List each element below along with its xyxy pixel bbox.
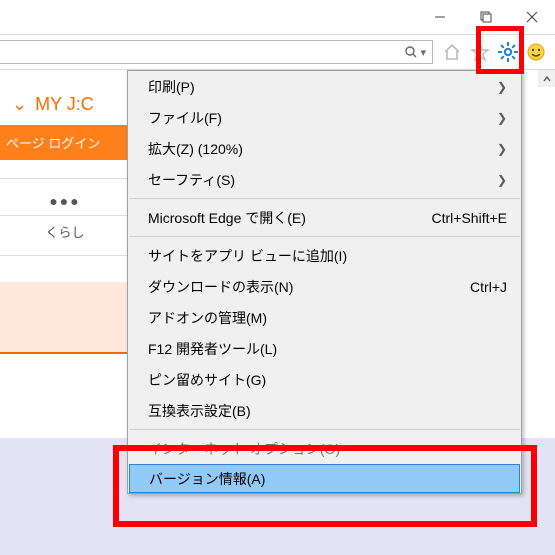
menu-item-about[interactable]: バージョン情報(A) [129,464,520,493]
home-icon[interactable] [441,41,463,63]
menu-item-manage-addons[interactable]: アドオンの管理(M) [128,302,521,333]
menu-item-compat-view[interactable]: 互換表示設定(B) [128,395,521,426]
menu-item-add-appview[interactable]: サイトをアプリ ビューに追加(I) [128,240,521,271]
shortcut-label: Ctrl+Shift+E [432,210,507,226]
menu-item-print[interactable]: 印刷(P) ❯ [128,71,521,102]
submenu-arrow-icon: ❯ [497,111,507,125]
menu-item-internet-options[interactable]: インターネット オプション(O) [128,433,521,464]
menu-item-safety[interactable]: セーフティ(S) ❯ [128,164,521,195]
page-content: ⌄ MY J:C ページ ログイン ●●● くらし [0,70,130,555]
shortcut-label: Ctrl+J [470,279,507,295]
dots-indicator: ●●● [0,178,130,216]
window-titlebar [0,0,555,34]
favorites-star-icon[interactable] [469,41,491,63]
page-tab-title[interactable]: ⌄ MY J:C [0,70,130,125]
minimize-button[interactable] [417,0,463,34]
search-icon[interactable]: ▾ [404,45,426,59]
menu-item-f12-devtools[interactable]: F12 開発者ツール(L) [128,333,521,364]
menu-separator [129,236,520,237]
url-input[interactable]: ▾ [0,40,433,64]
submenu-arrow-icon: ❯ [497,173,507,187]
submenu-arrow-icon: ❯ [497,142,507,156]
chevron-down-icon: ⌄ [12,94,27,114]
menu-item-pinned-sites[interactable]: ピン留めサイト(G) [128,364,521,395]
page-section-peach [0,282,130,354]
login-bar-label: ページ ログイン [6,136,100,151]
address-bar: ▾ [0,34,555,70]
menu-item-file[interactable]: ファイル(F) ❯ [128,102,521,133]
close-button[interactable] [509,0,555,34]
menu-item-downloads[interactable]: ダウンロードの表示(N) Ctrl+J [128,271,521,302]
menu-separator [129,429,520,430]
menu-item-open-edge[interactable]: Microsoft Edge で開く(E) Ctrl+Shift+E [128,202,521,233]
scrollbar-up-button[interactable] [538,70,555,87]
maximize-button[interactable] [463,0,509,34]
smiley-icon[interactable] [525,41,547,63]
menu-separator [129,198,520,199]
gear-icon[interactable] [497,41,519,63]
login-bar[interactable]: ページ ログイン [0,125,130,160]
tab-label: MY J:C [35,94,94,114]
submenu-arrow-icon: ❯ [497,80,507,94]
kurashi-label: くらし [0,216,130,256]
tools-menu: 印刷(P) ❯ ファイル(F) ❯ 拡大(Z) (120%) ❯ セーフティ(S… [127,70,522,494]
menu-item-zoom[interactable]: 拡大(Z) (120%) ❯ [128,133,521,164]
